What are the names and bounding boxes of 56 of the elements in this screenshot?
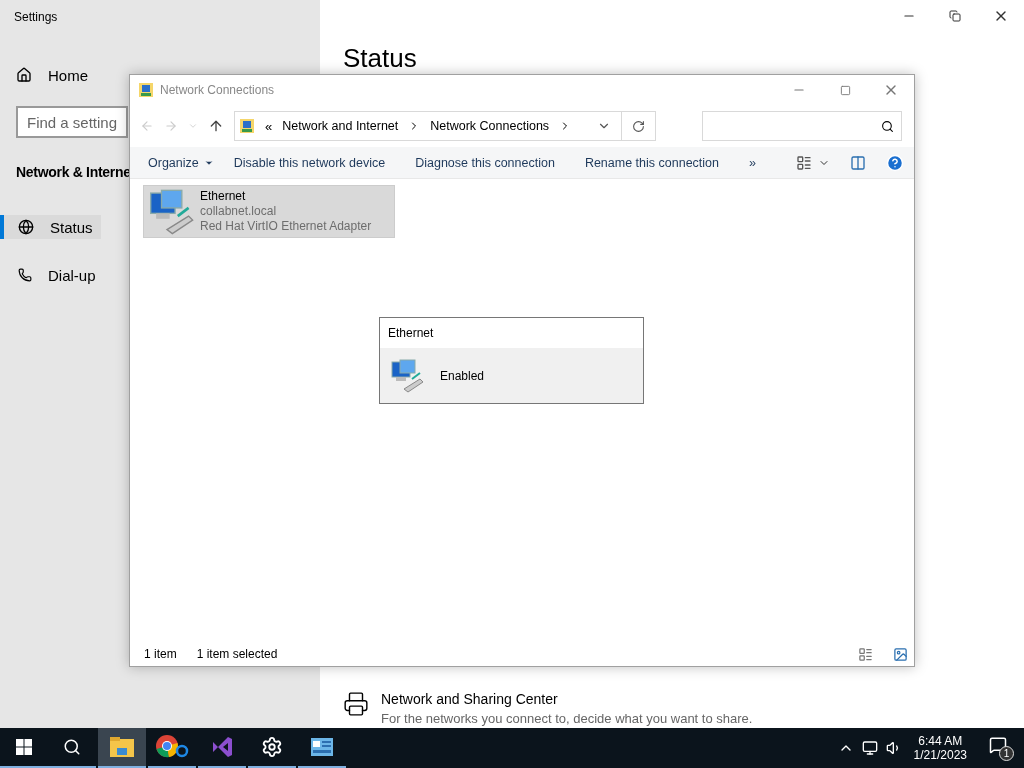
search-field[interactable]: Find a setting [16,106,128,138]
details-view-button[interactable] [858,646,873,662]
more-button[interactable]: » [739,149,766,176]
help-button[interactable] [886,153,904,172]
nav-item[interactable]: Status [0,215,101,239]
breadcrumb[interactable]: Network and Internet [282,119,399,133]
restore-icon [949,10,961,22]
status-text: 1 item [144,647,177,661]
command-button[interactable]: Diagnose this connection [405,149,565,176]
command-button[interactable]: Organize [138,149,224,176]
related-link[interactable]: Network and Sharing Center [381,691,753,707]
clock[interactable]: 6:44 AM 1/21/2023 [909,734,981,762]
phone-icon [18,268,32,282]
tooltip-status: Enabled [440,368,485,383]
nav-item[interactable]: Dial-up [0,263,104,287]
location-icon [239,118,255,134]
infinity-icon [210,735,234,759]
printer-icon [343,691,369,717]
view-options-button[interactable] [796,154,812,171]
up-button[interactable] [208,118,224,134]
notification-count: 1 [999,745,1014,761]
connection-name: Ethernet [200,189,247,203]
connection-item[interactable]: Ethernet collabnet.local Red Hat VirtIO Ethernet Adapter [143,185,395,238]
address-bar[interactable]: « Network and Internet Network Connections [234,111,656,141]
command-button[interactable]: Disable this network device [223,149,396,176]
related-description: For the networks you connect to, decide what you want to share. [381,711,753,726]
network-computer-icon [148,189,194,235]
notifications-button[interactable]: 1 [989,735,1014,761]
preview-pane-button[interactable] [850,154,866,171]
browser-icon [155,734,189,760]
window-title: Settings [13,10,59,24]
window-icon [138,82,154,98]
connection-domain: collabnet.local [200,204,278,218]
window-title: Network Connections [160,83,275,97]
windows-icon [16,739,32,755]
tooltip-title: Ethernet [388,326,434,340]
adapter-name: Red Hat VirtIO Ethernet Adapter [200,219,372,233]
search-icon [881,120,894,133]
command-button[interactable]: Rename this connection [574,149,729,176]
home-icon [16,67,32,83]
status-text: 1 item selected [196,647,278,661]
folder-icon [110,737,134,757]
settings-icon [261,736,283,758]
section-heading: Network & Interne [16,164,131,180]
large-icons-button[interactable] [893,646,908,662]
home-link[interactable]: Home [0,63,96,87]
globe-icon [18,219,34,235]
search-icon [63,738,81,756]
taskbar-app[interactable] [98,728,146,768]
maximize-icon [839,84,851,96]
page-title: Status [343,44,417,72]
breadcrumb[interactable]: Network Connections [430,119,550,133]
refresh-button[interactable] [632,119,645,133]
network-icon[interactable] [861,740,878,756]
network-computer-icon [390,358,424,393]
control-panel-icon [311,738,333,756]
